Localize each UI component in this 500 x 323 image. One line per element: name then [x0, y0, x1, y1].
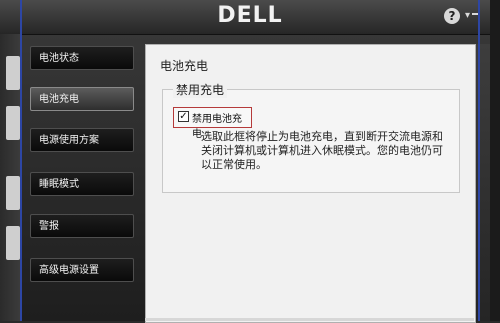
right-accent-line — [478, 0, 480, 321]
menu-chevron-icon[interactable]: ▾ — [465, 10, 470, 21]
title-bar: DELL ? ▾ — [0, 0, 500, 35]
nav-power-plan[interactable]: 电源使用方案 — [30, 128, 134, 152]
right-window-border — [490, 0, 500, 321]
help-icon[interactable]: ? — [444, 8, 460, 24]
left-accent-line — [20, 0, 22, 321]
page-title: 电池充电 — [160, 59, 209, 73]
nav-advanced-power-settings[interactable]: 高级电源设置 — [30, 258, 134, 282]
nav-battery-charging[interactable]: 电池充电 — [30, 87, 134, 111]
nav-alarms[interactable]: 警报 — [30, 214, 134, 238]
power-settings-nav: 电池状态 电池充电 电源使用方案 睡眠模式 警报 高级电源设置 — [24, 44, 136, 314]
left-strip-tab-4 — [6, 226, 20, 260]
disable-charging-checkbox-row[interactable]: ✓ 禁用电池充电 — [173, 107, 252, 140]
left-strip-tab-2 — [6, 106, 20, 140]
content-panel: 电池充电 禁用充电 ✓ 禁用电池充电 选取此框将停止为电池充电，直到断开交流电源… — [145, 44, 476, 323]
checkbox-description: 选取此框将停止为电池充电，直到断开交流电源和关闭计算机或计算机进入休眠模式。您的… — [201, 130, 443, 171]
left-strip-tab-3 — [6, 176, 20, 210]
checkbox-checked-icon[interactable]: ✓ — [178, 111, 189, 122]
disable-charging-group: 禁用充电 ✓ 禁用电池充电 选取此框将停止为电池充电，直到断开交流电源和关闭计算… — [162, 81, 460, 193]
dell-logo: DELL — [217, 3, 283, 28]
left-sidebar-strip — [0, 34, 22, 321]
left-strip-tab-1 — [6, 56, 20, 90]
group-title: 禁用充电 — [173, 81, 228, 98]
nav-battery-status[interactable]: 电池状态 — [30, 46, 134, 70]
nav-sleep-mode[interactable]: 睡眠模式 — [30, 172, 134, 196]
